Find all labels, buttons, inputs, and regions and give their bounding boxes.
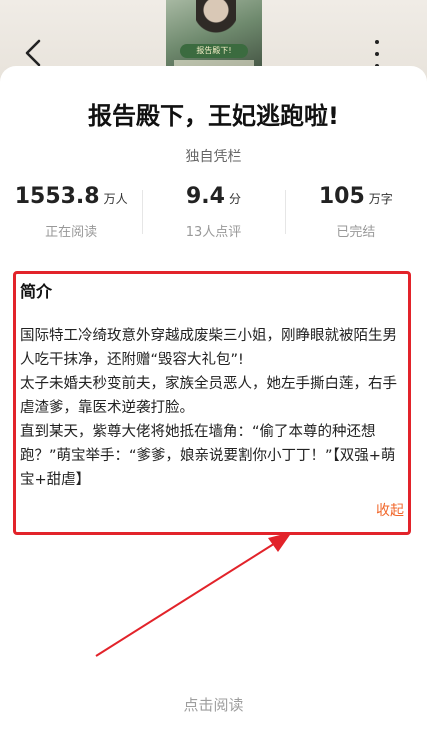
book-detail-sheet: 报告殿下，王妃逃跑啦! 独自凭栏 1553.8 万人 正在阅读 9.4 分 13人点…: [0, 66, 427, 750]
stat-value: 105: [318, 184, 365, 209]
stat-label: 正在阅读: [45, 225, 98, 240]
stat-unit: 万人: [103, 192, 128, 206]
more-dot: [375, 52, 379, 56]
stat-value: 9.4: [185, 184, 225, 209]
stat-unit: 万字: [368, 192, 393, 206]
collapse-button[interactable]: 收起: [376, 500, 404, 520]
book-stats: 1553.8 万人 正在阅读 9.4 分 13人点评 105 万字 已完结: [0, 184, 427, 244]
stat-unit: 分: [228, 192, 241, 206]
synopsis-paragraph: 太子未婚夫秒变前夫，家族全员恶人，她左手撕白莲，右手虐渣爹，靠医术逆袭打脸。: [20, 376, 397, 416]
more-vertical-icon: [375, 40, 379, 44]
stat-label: 13人点评: [185, 225, 242, 240]
read-button[interactable]: 点击阅读: [0, 694, 427, 715]
stat-rating[interactable]: 9.4 分 13人点评: [142, 184, 284, 244]
chevron-left-icon: [25, 39, 41, 67]
synopsis-title: 简介: [20, 282, 53, 301]
cover-badge: 报告殿下!: [180, 44, 248, 58]
book-title: 报告殿下，王妃逃跑啦!: [88, 102, 339, 130]
stat-label: 已完结: [336, 225, 376, 240]
synopsis-text: 国际特工冷绮玫意外穿越成废柴三小姐，刚睁眼就被陌生男人吃干抹净，还附赠“毁容大礼…: [20, 324, 402, 492]
stat-value: 1553.8: [14, 184, 100, 209]
stat-readers: 1553.8 万人 正在阅读: [0, 184, 142, 244]
stat-words: 105 万字 已完结: [284, 184, 427, 244]
synopsis-box: 简介 国际特工冷绮玫意外穿越成废柴三小姐，刚睁眼就被陌生男人吃干抹净，还附赠“毁…: [13, 271, 411, 535]
back-button[interactable]: [20, 38, 46, 68]
synopsis-paragraph: 国际特工冷绮玫意外穿越成废柴三小姐，刚睁眼就被陌生男人吃干抹净，还附赠“毁容大礼…: [20, 328, 397, 368]
book-author[interactable]: 独自凭栏: [0, 146, 427, 166]
synopsis-paragraph: 直到某天，紫尊大佬将她抵在墙角：“偷了本尊的种还想跑？”萌宝举手：“爹爹，娘亲说…: [20, 424, 396, 488]
more-button[interactable]: [367, 40, 387, 68]
